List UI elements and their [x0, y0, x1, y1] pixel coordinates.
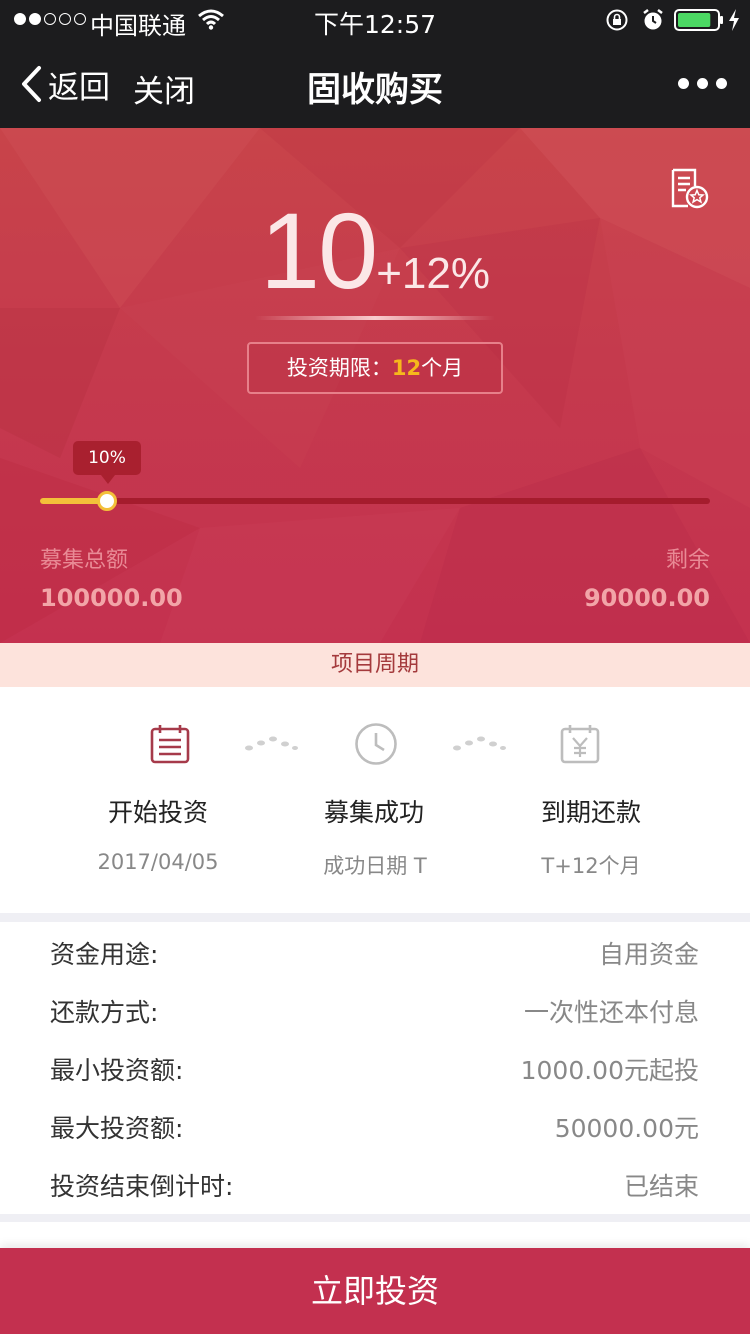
remaining-amount-label: 剩余 — [665, 548, 710, 573]
info-value: 自用资金 — [598, 940, 699, 969]
more-dot-icon — [678, 78, 689, 89]
status-time: 下午12:57 — [313, 10, 437, 39]
more-dot-icon — [697, 78, 708, 89]
charging-icon — [727, 8, 741, 36]
battery-icon — [674, 9, 724, 35]
info-row: 还款方式: 一次性还本付息 — [0, 980, 750, 1038]
info-row: 最小投资额: 1000.00元起投 — [0, 1038, 750, 1096]
info-label: 投资结束倒计时: — [50, 1172, 234, 1201]
remaining-amount-value: 90000.00 — [583, 584, 710, 612]
term-value: 12 — [391, 356, 422, 380]
term-label: 投资期限： — [286, 356, 392, 380]
info-row: 最大投资额: 50000.00元 — [0, 1096, 750, 1154]
step-title: 募集成功 — [323, 798, 424, 827]
cycle-header: 项目周期 — [0, 643, 750, 687]
project-cycle: 开始投资 募集成功 到期还款 2017/04/05 成功日期 T T+12个月 — [0, 687, 750, 913]
calendar-yen-icon — [560, 723, 600, 769]
step-title: 到期还款 — [540, 798, 641, 827]
step-title: 开始投资 — [107, 798, 208, 827]
rotation-lock-icon — [605, 8, 629, 36]
info-row: 投资结束倒计时: 已结束 — [0, 1154, 750, 1212]
footsteps-icon — [452, 734, 506, 758]
progress-tooltip: 10% — [73, 441, 141, 484]
info-value: 已结束 — [623, 1172, 699, 1201]
term-unit: 个月 — [421, 356, 464, 380]
footsteps-icon — [244, 734, 298, 758]
rate-base: 10 — [260, 190, 378, 311]
total-amount-label: 募集总额 — [40, 548, 129, 573]
status-bar: 中国联通 下午12:57 — [0, 0, 750, 40]
alarm-icon — [641, 8, 665, 36]
nav-bar: 返回 关闭 固收购买 — [0, 40, 750, 128]
funding-progress-bar — [40, 491, 710, 511]
step-subtitle: 2017/04/05 — [97, 850, 219, 874]
page-title: 固收购买 — [307, 70, 443, 110]
invest-now-button[interactable]: 立即投资 — [0, 1248, 750, 1334]
step-subtitle: 成功日期 T — [323, 854, 427, 878]
rate-extra: +12% — [376, 249, 490, 298]
info-label: 最小投资额: — [50, 1056, 184, 1085]
info-value: 一次性还本付息 — [523, 998, 699, 1027]
info-label: 资金用途: — [50, 940, 159, 969]
rate-divider — [255, 316, 495, 320]
more-options-button[interactable] — [678, 78, 727, 89]
rate-hero: 10+12% 投资期限：12个月 10% 募集总额 剩余 100000.00 9… — [0, 128, 750, 643]
step-subtitle: T+12个月 — [541, 854, 641, 878]
info-label: 最大投资额: — [50, 1114, 184, 1143]
term-badge: 投资期限：12个月 — [247, 342, 503, 394]
clock-icon — [354, 722, 398, 770]
info-row: 资金用途: 自用资金 — [0, 922, 750, 980]
more-dot-icon — [716, 78, 727, 89]
info-value: 50000.00元 — [554, 1114, 699, 1143]
annual-rate: 10+12% — [0, 188, 750, 313]
progress-knob — [97, 491, 117, 511]
content-spacer — [0, 1222, 750, 1248]
total-amount-value: 100000.00 — [40, 584, 183, 612]
product-info-list: 资金用途: 自用资金 还款方式: 一次性还本付息 最小投资额: 1000.00元… — [0, 922, 750, 1214]
info-value: 1000.00元起投 — [520, 1056, 699, 1085]
info-label: 还款方式: — [50, 998, 159, 1027]
calendar-icon — [150, 723, 190, 769]
